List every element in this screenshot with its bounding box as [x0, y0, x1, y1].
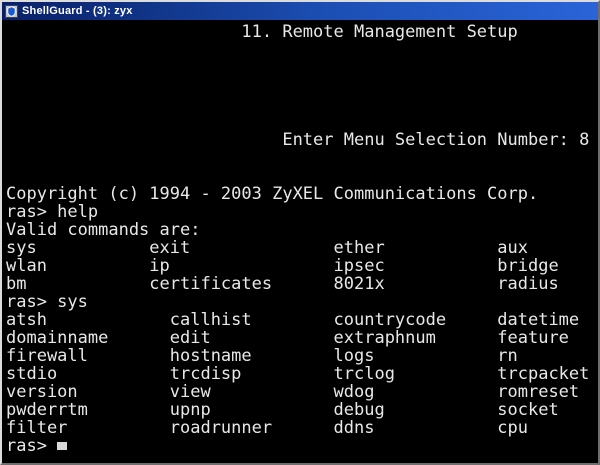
- window-title: ShellGuard - (3): zyx: [22, 5, 133, 17]
- title-bar[interactable]: ShellGuard - (3): zyx: [2, 2, 598, 20]
- terminal-prompt: ras>: [6, 436, 58, 456]
- terminal-line: sys exit ether aux: [6, 238, 528, 258]
- terminal-line: firewall hostname logs rn: [6, 346, 518, 366]
- terminal-line: ras> sys: [6, 292, 88, 312]
- shellguard-app-icon[interactable]: [5, 4, 18, 18]
- terminal-line: filter roadrunner ddns cpu: [6, 418, 528, 438]
- terminal-line: Copyright (c) 1994 - 2003 ZyXEL Communic…: [6, 184, 539, 204]
- shellguard-window: ShellGuard - (3): zyx 11. Remote Managem…: [0, 0, 600, 465]
- terminal-line: atsh callhist countrycode datetime: [6, 310, 580, 330]
- terminal-line: version view wdog romreset: [6, 382, 580, 402]
- terminal-cursor: [57, 442, 68, 450]
- terminal-line: ras> help: [6, 202, 99, 222]
- terminal-screen[interactable]: 11. Remote Management Setup Enter Menu S…: [2, 20, 598, 463]
- terminal-line: Enter Menu Selection Number: 8: [6, 130, 590, 150]
- terminal-line: pwderrtm upnp debug socket: [6, 400, 559, 420]
- terminal-line: domainname edit extraphnum feature: [6, 328, 569, 348]
- terminal-line: stdio trcdisp trclog trcpacket: [6, 364, 590, 384]
- terminal-prompt-line: ras>: [6, 437, 598, 455]
- terminal-line: Valid commands are:: [6, 220, 201, 240]
- terminal-line: wlan ip ipsec bridge: [6, 256, 559, 276]
- terminal-line: bm certificates 8021x radius: [6, 274, 559, 294]
- terminal-line: 11. Remote Management Setup: [6, 22, 518, 42]
